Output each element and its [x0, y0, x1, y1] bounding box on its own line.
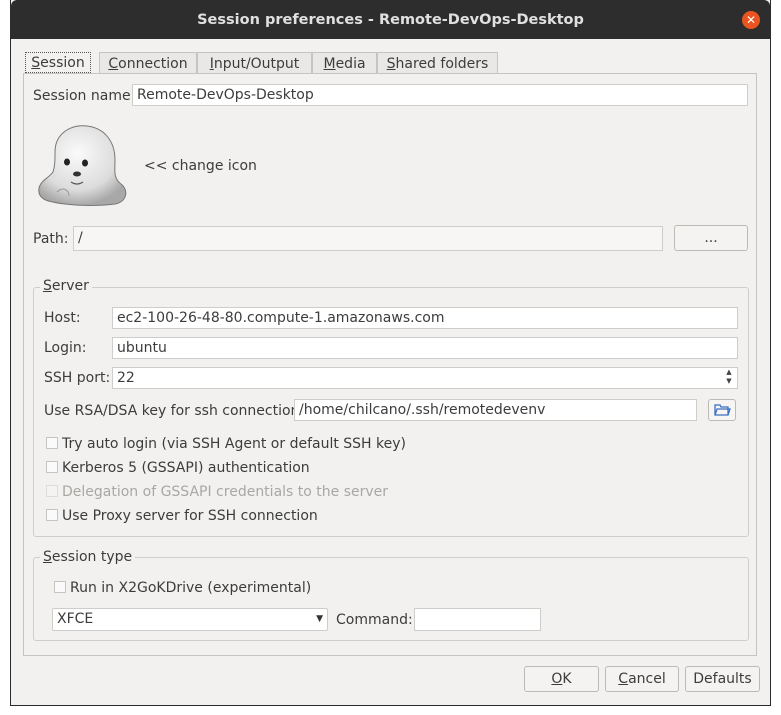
checkbox-box[interactable]: [46, 509, 58, 521]
session-name-label: Session name:: [33, 88, 136, 104]
proxy-checkbox[interactable]: Use Proxy server for SSH connection: [46, 507, 446, 525]
gssapi-delegation-checkbox: Delegation of GSSAPI credentials to the …: [46, 483, 446, 501]
path-browse-button[interactable]: ...: [674, 225, 748, 251]
checkbox-box[interactable]: [46, 437, 58, 449]
auto-login-checkbox[interactable]: Try auto login (via SSH Agent or default…: [46, 435, 446, 453]
close-icon: ✕: [745, 13, 757, 27]
tab-shared-folders[interactable]: Shared folders: [377, 52, 498, 74]
ok-button[interactable]: OK: [524, 666, 599, 692]
spin-arrows-icon[interactable]: ▲ ▼: [721, 368, 737, 388]
host-label: Host:: [44, 310, 81, 326]
command-input[interactable]: [414, 608, 541, 631]
session-type-value: XFCE: [57, 611, 94, 627]
ssh-port-value: 22: [117, 370, 135, 386]
session-name-input[interactable]: Remote-DevOps-Desktop: [132, 84, 748, 106]
path-input[interactable]: /: [73, 226, 663, 251]
tab-connection[interactable]: Connection: [99, 52, 197, 74]
dropdown-arrow-icon: ▼: [316, 614, 323, 624]
tab-media[interactable]: Media: [312, 52, 377, 74]
defaults-button[interactable]: Defaults: [685, 666, 760, 692]
session-icon-button[interactable]: [35, 122, 129, 210]
login-label: Login:: [44, 340, 87, 356]
tab-session[interactable]: Session: [25, 52, 91, 73]
tab-input-output[interactable]: Input/Output: [197, 52, 312, 74]
close-button[interactable]: ✕: [742, 11, 760, 29]
folder-open-icon: [714, 404, 731, 416]
x2gokdrive-checkbox[interactable]: Run in X2GoKDrive (experimental): [54, 579, 354, 597]
session-type-select[interactable]: XFCE ▼: [52, 608, 328, 631]
server-group-title: Server: [40, 278, 92, 294]
command-label: Command:: [336, 612, 413, 628]
rsa-key-browse-button[interactable]: [708, 399, 736, 421]
login-input[interactable]: ubuntu: [112, 337, 738, 359]
cancel-button[interactable]: Cancel: [605, 666, 679, 692]
session-preferences-dialog: Session preferences - Remote-DevOps-Desk…: [10, 0, 771, 706]
kerberos-checkbox[interactable]: Kerberos 5 (GSSAPI) authentication: [46, 459, 446, 477]
ssh-port-label: SSH port:: [44, 370, 111, 386]
session-type-group-title: Session type: [40, 549, 136, 565]
checkbox-box[interactable]: [54, 581, 66, 593]
rsa-key-label: Use RSA/DSA key for ssh connection:: [44, 403, 305, 419]
title-bar: Session preferences - Remote-DevOps-Desk…: [11, 0, 770, 39]
ssh-port-spinbox[interactable]: 22 ▲ ▼: [112, 367, 738, 389]
host-input[interactable]: ec2-100-26-48-80.compute-1.amazonaws.com: [112, 307, 738, 329]
checkbox-box[interactable]: [46, 461, 58, 473]
path-label: Path:: [33, 231, 69, 247]
seal-icon: [38, 125, 127, 206]
window-title: Session preferences - Remote-DevOps-Desk…: [197, 12, 584, 28]
checkbox-box: [46, 485, 58, 497]
change-icon-label: << change icon: [144, 158, 257, 174]
rsa-key-input[interactable]: /home/chilcano/.ssh/remotedevenv: [294, 399, 697, 421]
